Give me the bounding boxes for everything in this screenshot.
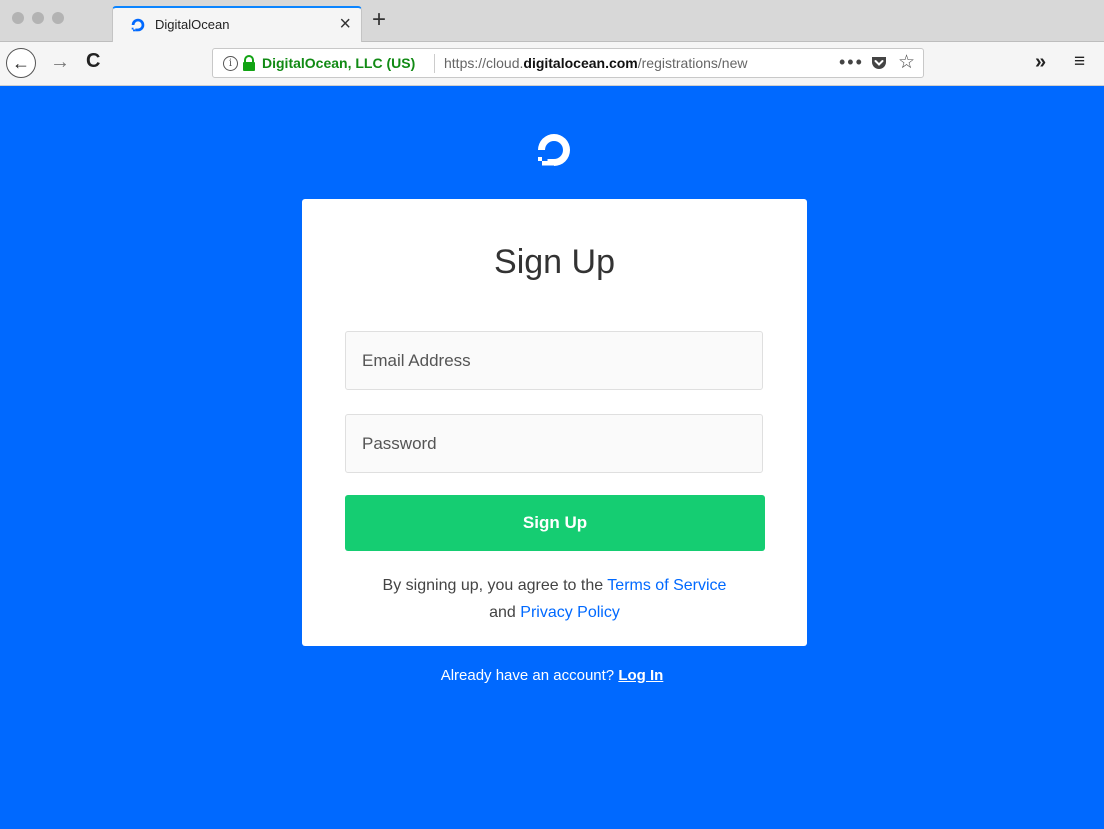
- site-identity[interactable]: DigitalOcean, LLC (US): [262, 55, 415, 71]
- tab-title: DigitalOcean: [155, 17, 230, 32]
- url-text[interactable]: https://cloud.digitalocean.com/registrat…: [444, 55, 747, 71]
- digitalocean-logo-icon: [131, 18, 145, 32]
- back-button[interactable]: ←: [6, 48, 36, 78]
- overflow-chevron-icon[interactable]: »: [1035, 51, 1046, 74]
- back-arrow-icon: ←: [12, 52, 30, 73]
- lock-icon: [243, 55, 255, 71]
- reload-button[interactable]: C: [86, 50, 100, 73]
- maximize-window-button[interactable]: [52, 12, 64, 24]
- login-link[interactable]: Log In: [618, 667, 663, 684]
- hamburger-menu-icon[interactable]: ≡: [1074, 51, 1085, 73]
- browser-tab[interactable]: DigitalOcean ×: [112, 6, 362, 42]
- password-field[interactable]: [345, 414, 763, 473]
- forward-button[interactable]: →: [50, 51, 70, 74]
- page-title: Sign Up: [494, 243, 615, 281]
- pocket-icon[interactable]: [871, 55, 887, 71]
- tab-close-icon[interactable]: ×: [339, 12, 351, 36]
- close-window-button[interactable]: [12, 12, 24, 24]
- bookmark-star-icon[interactable]: ☆: [898, 51, 915, 74]
- terms-text: By signing up, you agree to the Terms of…: [302, 572, 807, 626]
- terms-and: and: [489, 604, 516, 621]
- terms-prefix: By signing up, you agree to the: [382, 577, 604, 594]
- terms-of-service-link[interactable]: Terms of Service: [607, 577, 726, 594]
- url-bar[interactable]: i DigitalOcean, LLC (US) https://cloud.d…: [212, 48, 924, 78]
- signup-card: Sign Up Sign Up By signing up, you agree…: [302, 199, 807, 646]
- page-actions-icon[interactable]: •••: [839, 52, 864, 73]
- login-prompt: Already have an account? Log In: [0, 667, 1104, 684]
- signup-button[interactable]: Sign Up: [345, 495, 765, 551]
- page-content: Sign Up Sign Up By signing up, you agree…: [0, 86, 1104, 829]
- info-icon[interactable]: i: [223, 56, 238, 71]
- email-field[interactable]: [345, 331, 763, 390]
- url-divider: [434, 54, 435, 73]
- login-prompt-text: Already have an account?: [440, 667, 615, 684]
- minimize-window-button[interactable]: [32, 12, 44, 24]
- tab-strip: DigitalOcean × +: [0, 0, 1104, 42]
- privacy-policy-link[interactable]: Privacy Policy: [520, 604, 620, 621]
- window-controls: [12, 12, 64, 24]
- new-tab-button[interactable]: +: [372, 7, 386, 33]
- digitalocean-logo-icon[interactable]: [534, 130, 574, 170]
- navigation-bar: ← → C i DigitalOcean, LLC (US) https://c…: [0, 42, 1104, 86]
